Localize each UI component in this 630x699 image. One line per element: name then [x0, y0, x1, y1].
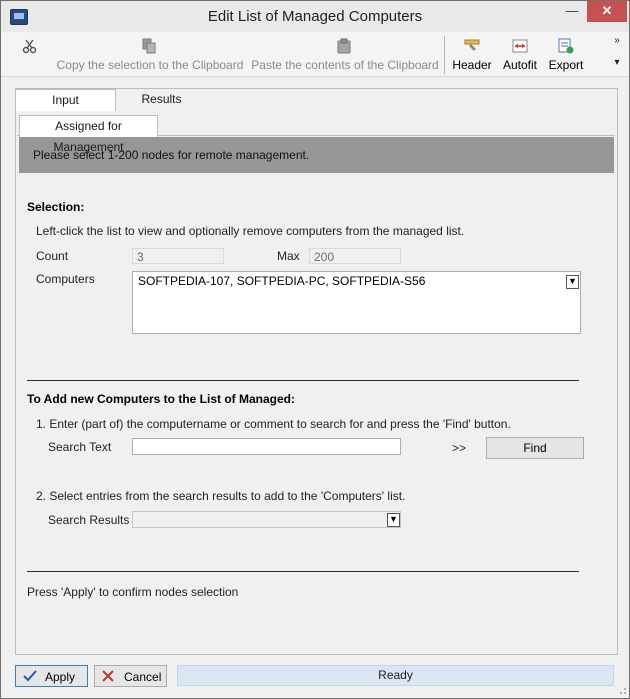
export-icon [558, 38, 574, 54]
count-label: Count [36, 249, 69, 263]
autofit-label: Autofit [502, 58, 538, 72]
computers-label: Computers [36, 272, 95, 286]
title-bar: Edit List of Managed Computers — ✕ [1, 1, 629, 32]
max-field: 200 [309, 248, 401, 264]
copy-label: Copy the selection to the Clipboard [56, 58, 244, 72]
toolbar: Copy the selection to the Clipboard Past… [1, 32, 629, 77]
add-computers-heading: To Add new Computers to the List of Mana… [27, 392, 295, 406]
computers-value: SOFTPEDIA-107, SOFTPEDIA-PC, SOFTPEDIA-S… [138, 274, 426, 288]
cancel-button[interactable]: Cancel [94, 665, 167, 687]
max-label: Max [277, 249, 300, 263]
tab-results[interactable]: Results [114, 91, 209, 110]
apply-hint-text: Press 'Apply' to confirm nodes selection [27, 585, 239, 599]
autofit-icon [512, 39, 528, 53]
tab-input[interactable]: Input [15, 89, 116, 111]
computers-dropdown-arrow-icon[interactable]: ▼ [566, 275, 579, 289]
step2-instructions: 2. Select entries from the search result… [36, 489, 406, 503]
close-button[interactable]: ✕ [587, 1, 627, 22]
overflow-arrow-icon: ▾ [614, 57, 620, 68]
selection-help-text: Left-click the list to view and optional… [36, 224, 465, 238]
subtab-assigned-for-management[interactable]: Assigned for Management [19, 115, 158, 154]
resize-grip-icon[interactable] [617, 685, 627, 695]
arrows-indicator: >> [452, 441, 467, 455]
autofit-button[interactable]: Autofit [498, 35, 542, 75]
minimize-button[interactable]: — [561, 1, 583, 22]
cut-button[interactable] [15, 35, 45, 75]
find-button[interactable]: Find [486, 437, 584, 459]
export-button[interactable]: Export [545, 35, 587, 75]
window-title: Edit List of Managed Computers [207, 8, 423, 25]
overflow-chevron-icon: » [614, 35, 620, 46]
search-results-combobox[interactable]: ▼ [132, 511, 401, 528]
paste-label: Paste the contents of the Clipboard [251, 58, 439, 72]
header-button[interactable]: Header [450, 35, 494, 75]
cancel-label: Cancel [124, 670, 162, 684]
selection-heading: Selection: [27, 200, 85, 214]
header-icon [464, 39, 480, 51]
computers-list[interactable]: SOFTPEDIA-107, SOFTPEDIA-PC, SOFTPEDIA-S… [132, 271, 581, 334]
paste-from-clipboard-button[interactable]: Paste the contents of the Clipboard [251, 35, 439, 75]
dialog-window: Edit List of Managed Computers — ✕ Copy … [0, 0, 630, 699]
search-text-label: Search Text [48, 440, 112, 454]
search-text-input[interactable] [132, 438, 401, 455]
toolbar-overflow-button[interactable]: » ▾ [609, 34, 625, 70]
scissors-icon [22, 39, 37, 54]
cancel-x-icon [102, 670, 114, 682]
apply-button[interactable]: Apply [15, 665, 88, 687]
export-label: Export [548, 58, 584, 72]
toolbar-separator [444, 36, 445, 74]
apply-label: Apply [45, 670, 76, 684]
divider [27, 380, 579, 381]
search-results-dropdown-arrow-icon[interactable]: ▼ [387, 513, 400, 527]
copy-icon [142, 38, 156, 54]
checkmark-icon [23, 670, 37, 682]
search-results-label: Search Results [48, 513, 130, 527]
count-field: 3 [132, 248, 224, 264]
divider [27, 571, 579, 572]
paste-icon [337, 38, 351, 54]
copy-to-clipboard-button[interactable]: Copy the selection to the Clipboard [56, 35, 244, 75]
status-bar: Ready [177, 665, 614, 686]
header-label: Header [452, 58, 492, 72]
step1-instructions: 1. Enter (part of) the computername or c… [36, 417, 511, 431]
